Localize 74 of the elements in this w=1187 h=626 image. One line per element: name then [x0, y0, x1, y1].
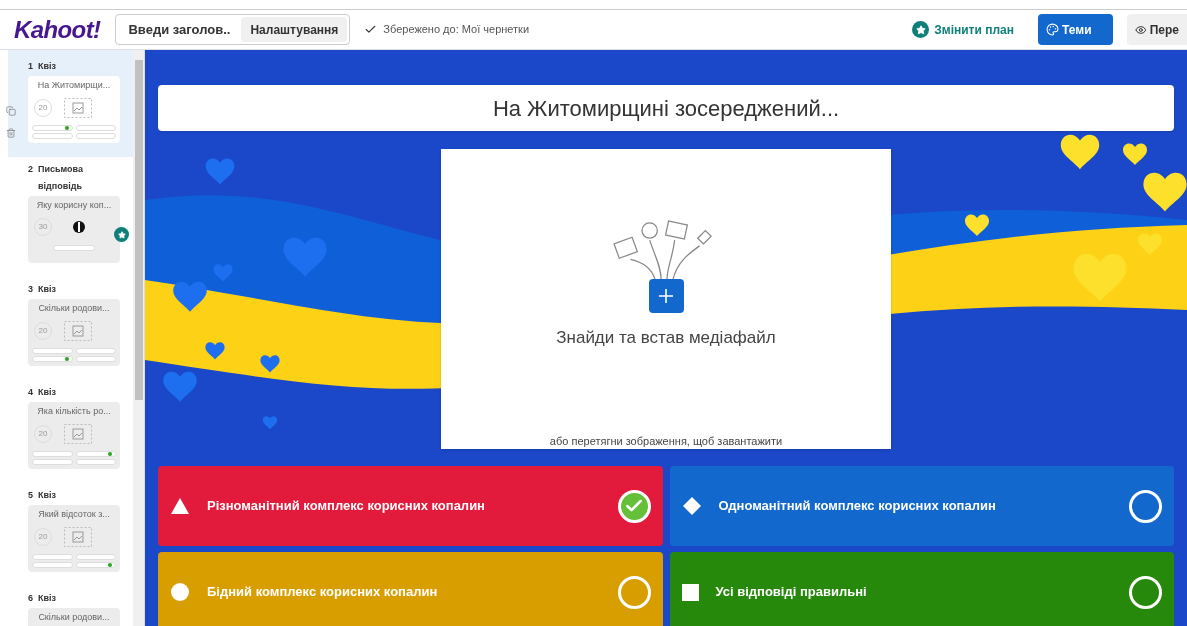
media-hint: або перетягни зображення, щоб завантажити — [549, 433, 783, 449]
preview-button[interactable]: Пере — [1127, 14, 1187, 45]
slide-number: 5 — [28, 489, 33, 502]
answer-text: Різноманітний комплекс корисних копалин — [207, 497, 486, 516]
duplicate-icon[interactable] — [6, 106, 16, 116]
square-icon — [681, 583, 699, 601]
slide-thumbnail[interactable]: На Житомирщи... 20 — [28, 76, 120, 143]
slide-type: Квіз — [38, 386, 57, 399]
media-card[interactable]: Знайди та встав медіафайл або перетягни зображення, щоб завантажити — [441, 149, 891, 449]
slide-type: Квіз — [38, 283, 57, 296]
heart-icon — [1060, 134, 1100, 170]
title-field[interactable]: Введи заголов... Налаштування — [115, 14, 351, 45]
diamond-icon — [681, 496, 702, 516]
heart-icon — [213, 264, 233, 282]
slide-title: Яка кількість ро... — [37, 405, 111, 418]
plus-icon — [659, 289, 673, 304]
heart-icon — [205, 342, 225, 360]
save-status: Збережено до: Мої чернетки — [383, 22, 530, 38]
answer-text: Усі відповіді правильні — [715, 583, 868, 602]
image-placeholder-icon — [64, 97, 92, 118]
logo[interactable]: Kahoot! — [14, 11, 101, 48]
image-placeholder-icon — [64, 320, 92, 341]
slide-title: На Житомирщи... — [37, 79, 111, 92]
slide-title: Скільки родови... — [38, 302, 110, 315]
triangle-icon — [170, 497, 190, 515]
slide-title: Який відсоток з... — [38, 508, 110, 521]
slide-thumbnail[interactable]: Яка кількість ро... 20 — [28, 402, 120, 469]
delete-icon[interactable] — [6, 128, 16, 138]
slide-number: 4 — [28, 386, 33, 399]
image-placeholder-icon — [64, 423, 92, 444]
slide-number: 3 — [28, 283, 33, 296]
media-title: Знайди та встав медіафайл — [556, 327, 776, 349]
slide-number: 1 — [28, 60, 33, 73]
scrollbar[interactable] — [133, 50, 144, 626]
correct-check-icon[interactable] — [617, 489, 651, 523]
slide-thumbnail[interactable]: Який відсоток з... 20 — [28, 505, 120, 572]
slide-number: 2 — [28, 163, 33, 176]
answer-text: Одноманітний комплекс корисних копалин — [718, 497, 997, 516]
slide-thumbnail[interactable]: Яку корисну коп... 30 — [28, 196, 120, 263]
heart-icon — [262, 416, 278, 430]
heart-icon — [1143, 172, 1187, 212]
half-circle-icon — [72, 219, 86, 234]
question-title[interactable]: На Житомирщині зосереджений... — [158, 85, 1174, 131]
slide-thumbnail[interactable]: Скільки родови... 20 — [28, 299, 120, 366]
image-placeholder-icon — [64, 526, 92, 547]
heart-icon — [1123, 143, 1147, 165]
slide-list-item[interactable]: 1 Квіз На Житомирщи... 20 — [8, 50, 133, 157]
heart-icon — [260, 355, 280, 373]
answer-tile[interactable]: Одноманітний комплекс корисних копалин — [669, 466, 1174, 546]
slide-title: Скільки родови... — [38, 611, 110, 624]
slide-type: Квіз — [38, 592, 57, 605]
slide-title: Яку корисну коп... — [36, 199, 112, 212]
answer-bar — [53, 244, 95, 251]
add-media-button[interactable] — [648, 279, 684, 313]
heart-icon — [283, 237, 327, 277]
eye-icon — [1135, 23, 1147, 36]
answer-text: Бідний комплекс корисних копалин — [207, 583, 439, 602]
slide-type: Письмова відповідь — [38, 163, 84, 193]
slide-number: 6 — [28, 592, 33, 605]
slide-type: Квіз — [38, 60, 57, 73]
slide-thumbnail[interactable]: Скільки родови... — [28, 608, 120, 626]
heart-icon — [965, 214, 989, 236]
slide-type: Квіз — [38, 489, 57, 502]
heart-icon — [173, 281, 207, 312]
answer-tile[interactable]: Різноманітний комплекс корисних копалин — [158, 466, 663, 546]
check-icon — [364, 23, 378, 36]
heart-icon — [163, 371, 197, 402]
heart-icon — [205, 158, 235, 185]
settings-button[interactable]: Налаштування — [241, 17, 348, 42]
palette-icon — [1046, 23, 1059, 36]
upgrade-link[interactable]: Змінити план — [912, 20, 1014, 39]
themes-button[interactable]: Теми — [1038, 14, 1113, 45]
circle-icon — [170, 582, 190, 602]
answer-tile[interactable]: Усі відповіді правильні — [669, 552, 1174, 626]
